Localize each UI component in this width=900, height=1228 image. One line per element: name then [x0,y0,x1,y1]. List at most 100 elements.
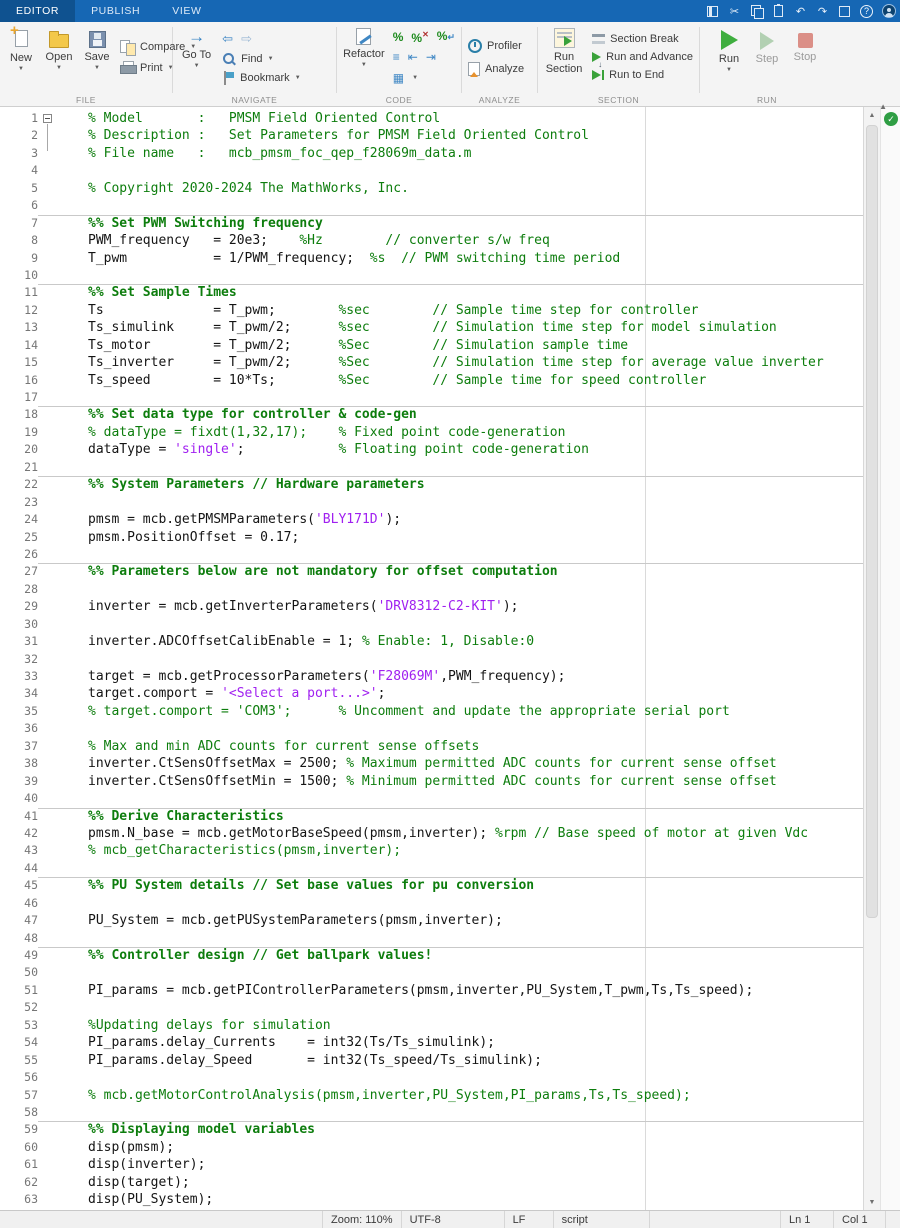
code-line[interactable]: 22%% System Parameters // Hardware param… [0,476,863,493]
code-text[interactable]: dataType = 'single'; % Floating point co… [38,441,863,458]
save-icon[interactable] [705,4,720,19]
code-text[interactable] [38,197,863,214]
fold-toggle-icon[interactable] [43,114,52,123]
profiler-button[interactable]: Profiler [468,38,524,53]
line-number[interactable]: 28 [0,581,38,598]
code-text[interactable] [38,616,863,633]
undo-icon[interactable]: ↶ [793,4,808,19]
code-text[interactable]: PI_params.delay_Speed = int32(Ts_speed/T… [38,1052,863,1069]
goto-button[interactable]: → Go To ▼ [175,24,218,70]
code-line[interactable]: 12 Ts = T_pwm; %sec // Sample time step f… [0,302,863,319]
code-line[interactable]: 31 inverter.ADCOffsetCalibEnable = 1; % E… [0,633,863,650]
code-text[interactable] [38,162,863,179]
line-number[interactable]: 54 [0,1034,38,1051]
code-line[interactable]: 19% dataType = fixdt(1,32,17); % Fixed p… [0,424,863,441]
line-number[interactable]: 30 [0,616,38,633]
code-line[interactable]: 1% Model : PMSM Field Oriented Control [0,110,863,127]
line-number[interactable]: 10 [0,267,38,284]
code-text[interactable] [38,1104,863,1121]
code-text[interactable] [38,459,863,476]
code-line[interactable]: 38 inverter.CtSensOffsetMax = 2500; % Max… [0,755,863,772]
code-text[interactable]: inverter.CtSensOffsetMin = 1500; % Minim… [38,773,863,790]
line-number[interactable]: 47 [0,912,38,929]
bookmark-button[interactable]: Bookmark ▼ [222,71,301,85]
line-number[interactable]: 9 [0,250,38,267]
line-number[interactable]: 5 [0,180,38,197]
line-number[interactable]: 23 [0,494,38,511]
line-number[interactable]: 3 [0,145,38,162]
code-line[interactable]: 34 target.comport = '<Select a port...>'; [0,685,863,702]
line-number[interactable]: 50 [0,964,38,981]
code-line[interactable]: 39 inverter.CtSensOffsetMin = 1500; % Min… [0,773,863,790]
line-number[interactable]: 39 [0,773,38,790]
code-line[interactable]: 43% mcb_getCharacteristics(pmsm,inverter… [0,842,863,859]
code-line[interactable]: 13 Ts_simulink = T_pwm/2; %sec // Simulat… [0,319,863,336]
line-number[interactable]: 17 [0,389,38,406]
open-button[interactable]: Open ▼ [40,24,78,71]
scroll-up-icon[interactable]: ▲ [864,107,880,123]
line-number[interactable]: 59 [0,1121,38,1138]
code-line[interactable]: 52 [0,999,863,1016]
line-number[interactable]: 35 [0,703,38,720]
code-text[interactable] [38,546,863,563]
code-line[interactable]: 32 [0,651,863,668]
code-line[interactable]: 47 PU_System = mcb.getPUSystemParameters(… [0,912,863,929]
code-text[interactable]: disp(target); [38,1174,863,1191]
section-break-button[interactable]: Section Break [592,33,693,45]
line-number[interactable]: 41 [0,808,38,825]
code-text[interactable]: %% System Parameters // Hardware paramet… [38,476,863,493]
line-number[interactable]: 26 [0,546,38,563]
line-number[interactable]: 33 [0,668,38,685]
refactor-button[interactable]: Refactor ▼ [339,24,389,68]
collapse-toolstrip-icon[interactable]: ▲ [879,102,887,111]
code-text[interactable]: % mcb.getMotorControlAnalysis(pmsm,inver… [38,1087,863,1104]
code-line[interactable]: 57% mcb.getMotorControlAnalysis(pmsm,inv… [0,1087,863,1104]
code-text[interactable]: % Max and min ADC counts for current sen… [38,738,863,755]
code-text[interactable]: Ts_speed = 10*Ts; %Sec // Sample time fo… [38,372,863,389]
code-line[interactable]: 56 [0,1069,863,1086]
code-text[interactable]: % File name : mcb_pmsm_foc_qep_f28069m_d… [38,145,863,162]
code-text[interactable]: PWM_frequency = 20e3; %Hz // converter s… [38,232,863,249]
smart-indent-icon[interactable]: ≡ [393,50,400,64]
code-text[interactable]: %% Set Sample Times [38,284,863,301]
code-line[interactable]: 35% target.comport = 'COM3'; % Uncomment… [0,703,863,720]
navigate-forward-icon[interactable]: ⇨ [241,32,252,45]
code-line[interactable]: 20 dataType = 'single'; % Floating point … [0,441,863,458]
line-number[interactable]: 53 [0,1017,38,1034]
paste-icon[interactable] [771,4,786,19]
code-text[interactable]: Ts_motor = T_pwm/2; %Sec // Simulation s… [38,337,863,354]
code-text[interactable]: Ts = T_pwm; %sec // Sample time step for… [38,302,863,319]
code-text[interactable] [38,930,863,947]
line-number[interactable]: 27 [0,563,38,580]
line-number[interactable]: 55 [0,1052,38,1069]
code-text[interactable]: Ts_inverter = T_pwm/2; %Sec // Simulatio… [38,354,863,371]
line-number[interactable]: 58 [0,1104,38,1121]
line-number[interactable]: 16 [0,372,38,389]
line-number[interactable]: 52 [0,999,38,1016]
code-text[interactable] [38,860,863,877]
code-text[interactable]: %% PU System details // Set base values … [38,877,863,894]
scrollbar-track[interactable] [864,123,880,1194]
line-number[interactable]: 24 [0,511,38,528]
code-line[interactable]: 8 PWM_frequency = 20e3; %Hz // converter … [0,232,863,249]
line-number[interactable]: 8 [0,232,38,249]
cut-icon[interactable]: ✂ [727,4,742,19]
tab-view[interactable]: VIEW [156,0,217,22]
line-number[interactable]: 1 [0,110,38,127]
line-number[interactable]: 29 [0,598,38,615]
code-line[interactable]: 7%% Set PWM Switching frequency [0,215,863,232]
line-number[interactable]: 40 [0,790,38,807]
line-number[interactable]: 11 [0,284,38,301]
run-section-button[interactable]: Run Section [540,24,588,75]
line-number[interactable]: 19 [0,424,38,441]
code-line[interactable]: 48 [0,930,863,947]
code-line[interactable]: 21 [0,459,863,476]
line-number[interactable]: 56 [0,1069,38,1086]
run-and-advance-button[interactable]: Run and Advance [592,51,693,69]
line-number[interactable]: 57 [0,1087,38,1104]
code-line[interactable]: 62 disp(target); [0,1174,863,1191]
find-button[interactable]: Find ▼ [222,52,300,66]
save-button[interactable]: Save ▼ [78,24,116,71]
comment-icon[interactable]: % [393,30,404,44]
code-text[interactable] [38,999,863,1016]
